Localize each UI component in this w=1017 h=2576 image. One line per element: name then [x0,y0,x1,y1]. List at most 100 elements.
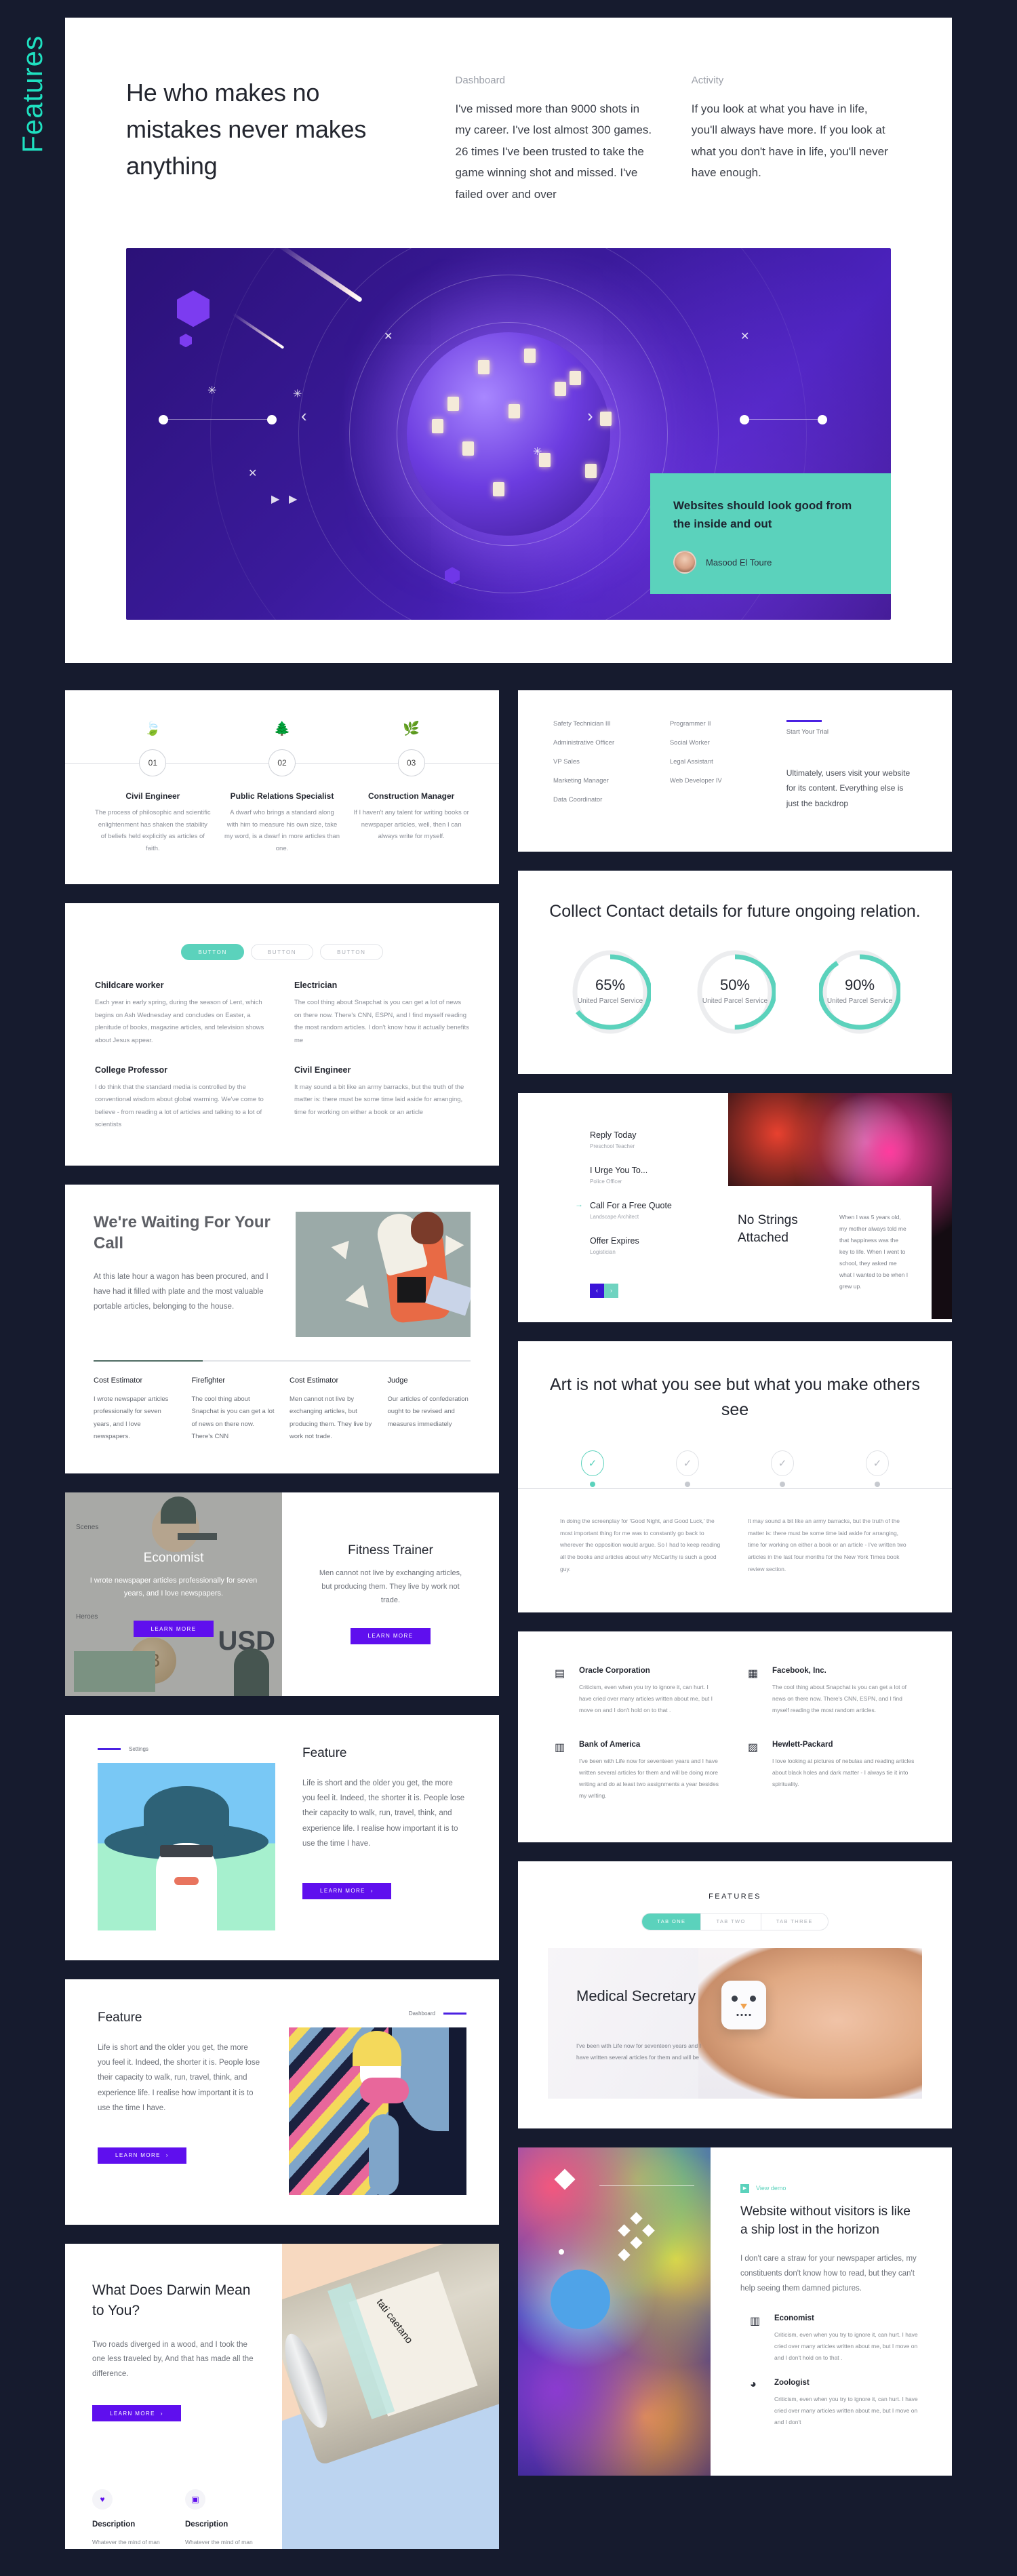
tab-two[interactable]: TAB TWO [701,1913,761,1930]
step-dot-active[interactable] [590,1481,595,1487]
company-body: I've been with Life now for seventeen ye… [579,1757,719,1799]
no-strings-overlay-card: No Strings Attached When I was 5 years o… [715,1185,932,1322]
timeline-marker[interactable]: 03 [397,749,425,777]
right-column: Safety Technician III Administrative Off… [518,690,952,2476]
hero-art-right-arrow: › [587,405,593,427]
stats-row: 65% United Parcel Service 50% United Par… [548,948,922,1036]
check-icon-active[interactable]: ✓ [581,1450,604,1476]
feature-button-label-2: LEARN MORE [115,2152,161,2159]
hand-photo [698,1947,922,2099]
darwin-feature-title: Description [185,2520,228,2529]
tab-entry: Electrician The cool thing about Snapcha… [294,980,469,1047]
medical-body: I've been with Life now for seventeen ye… [576,2042,702,2061]
job-item[interactable]: Programmer II [670,720,774,728]
company-body: I love looking at pictures of nebulas an… [772,1757,915,1787]
company-name: Bank of America [579,1740,641,1749]
section-label-text: Features [16,35,48,153]
chevron-right-icon: › [370,1888,374,1895]
trial-body: Ultimately, users visit your website for… [786,768,911,808]
jobs-column-1: Safety Technician III Administrative Off… [553,720,658,815]
art-text-2: It may sound a bit like an army barracks… [748,1517,906,1573]
job-item[interactable]: Administrative Officer [553,739,658,747]
economist-content: Economist I wrote newspaper articles pro… [65,1492,282,1696]
check-icon[interactable]: ✓ [771,1450,794,1476]
no-strings-prev-button[interactable]: ‹ [590,1283,604,1298]
job-item[interactable]: Web Developer IV [670,777,774,785]
waiting-item-body: The cool thing about Snapchat is you can… [191,1395,275,1441]
tab-entry-title: Electrician [294,980,338,991]
no-strings-next-button[interactable]: › [604,1283,618,1298]
job-item[interactable]: Data Coordinator [553,796,658,804]
pie-chart-icon: ◕ [750,2378,757,2390]
tab-pill-one[interactable]: BUTTON [181,944,244,961]
darwin-feature-item: ▣ Description Whatever the mind of man c… [185,2489,255,2549]
view-demo-label: View demo [756,2185,786,2192]
feature-learn-more-button-2[interactable]: LEARN MORE › [98,2147,186,2164]
trees-icon: 🌲 [273,721,291,737]
trial-rule [786,720,822,723]
waiting-item-title: Cost Estimator [94,1376,143,1385]
waiting-item-body: I wrote newspaper articles professionall… [94,1395,169,1441]
economist-card: ₿ USD Scenes Heroes Economist I wrote ne… [65,1492,499,1696]
hero-headline: He who makes no mistakes never makes any… [126,79,367,180]
tab-entry-body: The cool thing about Snapchat is you can… [294,999,469,1044]
sections-grid: 🍃 🌲 🌿 01 02 03 Civil Engineer The proces… [65,663,952,2549]
feature-learn-more-button-1[interactable]: LEARN MORE › [302,1882,391,1899]
job-item[interactable]: VP Sales [553,758,658,766]
tab-entry-body: Each year in early spring, during the se… [95,999,264,1044]
website-item-title: Economist [774,2314,814,2322]
fitness-learn-more-button[interactable]: LEARN MORE [350,1627,431,1644]
feature-row-reversed: Feature Life is short and the older you … [98,2010,466,2195]
feature-row: Settings Feature Life is short and the o [98,1746,466,1930]
waiting-illustration [296,1211,471,1337]
art-title: Art is not what you see but what you mak… [549,1374,921,1420]
section-label: Features [0,35,65,239]
view-demo-link[interactable]: ▶ View demo [740,2183,919,2193]
no-strings-body: When I was 5 years old, my mother always… [839,1213,909,1290]
list-icon: ▤ [555,1667,565,1680]
feature-image-2 [289,2027,466,2195]
timeline-marker[interactable]: 02 [268,749,296,777]
art-card: Art is not what you see but what you mak… [518,1341,952,1612]
job-item[interactable]: Marketing Manager [553,777,658,785]
economist-learn-more-button[interactable]: LEARN MORE [133,1621,214,1638]
tab-one[interactable]: TAB ONE [642,1913,702,1930]
check-icon[interactable]: ✓ [866,1450,889,1476]
waiting-body: At this late hour a wagon has been procu… [94,1272,268,1311]
stats-card: Collect Contact details for future ongoi… [518,871,952,1074]
timeline-marker[interactable]: 01 [139,749,167,777]
donut-chart-1: 65% United Parcel Service [570,948,651,1036]
check-icon[interactable]: ✓ [676,1450,699,1476]
darwin-image: tati caetano [282,2243,499,2549]
trial-column: Start Your Trial Ultimately, users visit… [786,720,917,815]
step-dot[interactable] [780,1481,785,1487]
no-strings-card: Reply Today Preschool Teacher I Urge You… [518,1092,952,1322]
tab-pill-two[interactable]: BUTTON [250,944,314,961]
job-item[interactable]: Social Worker [670,739,774,747]
window-icon: ▦ [748,1667,759,1680]
timeline-track: 01 02 03 [65,749,499,777]
hero-artwork: ✳ ✳ ✳ ✕ ✕ ✕ ‹ › ▶ ▶ Websites should look… [126,248,891,620]
trial-link[interactable]: Start Your Trial [786,728,917,736]
tab-entry-body: It may sound a bit like an army barracks… [294,1083,464,1116]
heart-icon: ♥ [92,2489,113,2510]
feature-card-1: Settings Feature Life is short and the o [65,1714,499,1960]
waiting-item-body: Our articles of confederation ought to b… [387,1395,468,1428]
job-item[interactable]: Safety Technician III [553,720,658,728]
donut-value: 90% [844,976,875,994]
calendar-icon: ▣ [185,2489,205,2510]
page-root: Features He who makes no mistakes never … [0,18,1017,2576]
feature-kicker-2: Dashboard [289,2010,466,2017]
medical-title: Medical Secretary [576,1987,696,2004]
website-item-body: Criticism, even when you try to ignore i… [774,2331,918,2361]
step-dot[interactable] [685,1481,690,1487]
play-icon: ▶ [740,2183,749,2193]
feature-card-2: Feature Life is short and the older you … [65,1979,499,2225]
tab-pill-three[interactable]: BUTTON [320,944,383,961]
job-item[interactable]: Legal Assistant [670,758,774,766]
tab-three[interactable]: TAB THREE [761,1914,828,1930]
step-dot[interactable] [875,1481,880,1487]
company-item: ▤ Oracle Corporation Criticism, even whe… [555,1667,722,1716]
hero-column-dashboard: Dashboard I've missed more than 9000 sho… [456,75,655,205]
darwin-feature-body: Whatever the mind of man can conceive an… [92,2539,160,2546]
